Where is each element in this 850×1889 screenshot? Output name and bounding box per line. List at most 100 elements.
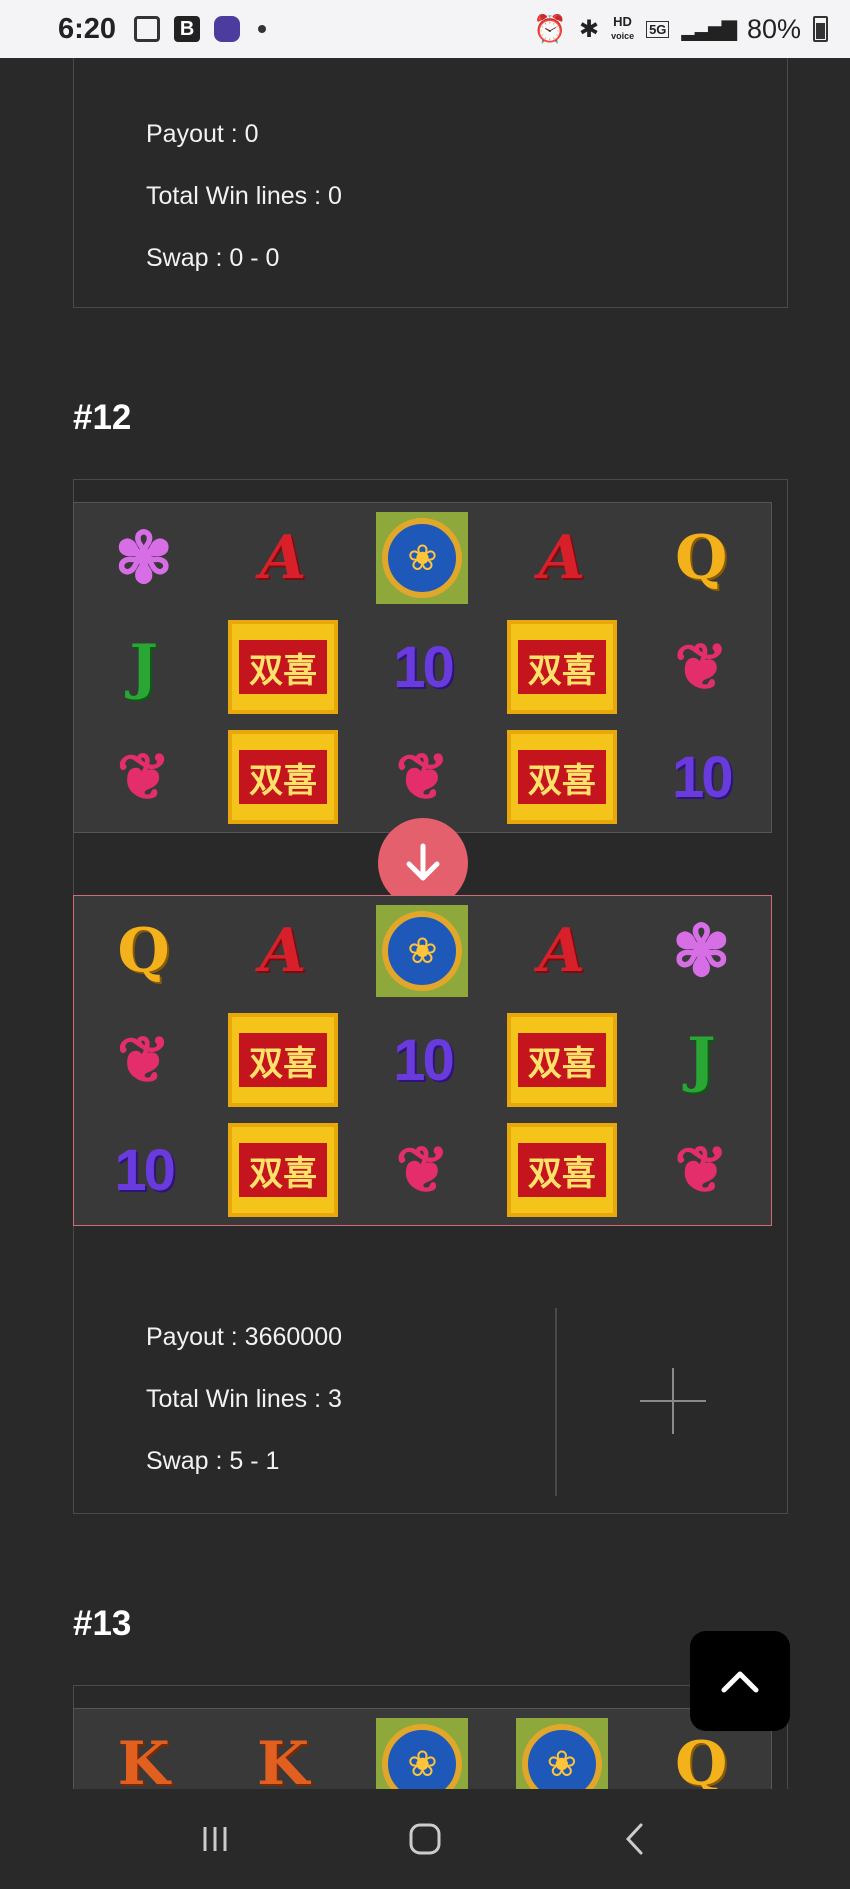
lotus-icon: ❀ bbox=[376, 1718, 469, 1789]
reel-cell: ❦ bbox=[632, 613, 771, 723]
round-stats: Payout : 0 Total Win lines : 0 Swap : 0 … bbox=[146, 103, 342, 289]
reel-cell: K bbox=[213, 1709, 352, 1789]
mandarin-ducks-icon: ❦ bbox=[116, 1022, 171, 1098]
payout-text: Payout : 3660000 bbox=[146, 1323, 342, 1351]
reel-cell: A bbox=[492, 896, 631, 1006]
letter-q-symbol: Q bbox=[117, 915, 170, 986]
round-stats: Payout : 3660000 Total Win lines : 3 Swa… bbox=[146, 1306, 342, 1492]
history-list[interactable]: Payout : 0 Total Win lines : 0 Swap : 0 … bbox=[0, 58, 850, 1789]
reel-cell: ❦ bbox=[353, 1115, 492, 1225]
double-happiness-wild-symbol: 双喜 bbox=[506, 730, 617, 825]
reel-cell: ❀ bbox=[353, 1709, 492, 1789]
reel-cell: ❀ bbox=[353, 896, 492, 1006]
lotus-icon: ❀ bbox=[376, 511, 469, 604]
reel-cell: J bbox=[632, 1006, 771, 1116]
swap-text: Swap : 5 - 1 bbox=[146, 1447, 280, 1475]
letter-a-symbol: A bbox=[538, 915, 586, 986]
reel-grid-before: ✾ A ❀ A Q J 双喜 10 双喜 ❦ ❦ 双喜 ❦ 双喜 10 bbox=[73, 502, 772, 833]
gallery-icon bbox=[134, 16, 161, 42]
recent-apps-icon bbox=[203, 1827, 227, 1851]
bluetooth-icon: ✱ bbox=[578, 15, 600, 43]
lotus-icon: ❀ bbox=[376, 904, 469, 997]
reel-cell: A bbox=[213, 503, 352, 613]
round-title: #13 bbox=[73, 1604, 132, 1643]
letter-a-symbol: A bbox=[259, 915, 307, 986]
reel-cell: 双喜 bbox=[213, 722, 352, 832]
battery-percent: 80% bbox=[746, 13, 801, 44]
ten-symbol: 10 bbox=[393, 1027, 455, 1093]
double-happiness-wild-symbol: 双喜 bbox=[228, 730, 339, 825]
payout-text: Payout : 0 bbox=[146, 120, 259, 148]
butterfly-icon: ✾ bbox=[671, 909, 731, 993]
notification-dot bbox=[258, 25, 267, 33]
home-icon bbox=[409, 1823, 441, 1855]
letter-k-symbol: K bbox=[257, 1729, 310, 1789]
reel-cell: Q bbox=[632, 503, 771, 613]
chevron-up-icon bbox=[721, 1671, 759, 1693]
reel-cell: 双喜 bbox=[213, 1006, 352, 1116]
reel-cell: ❀ bbox=[492, 1709, 631, 1789]
network-5g-icon: 5G bbox=[646, 20, 670, 38]
double-happiness-wild-symbol: 双喜 bbox=[506, 620, 617, 715]
double-happiness-wild-symbol: 双喜 bbox=[228, 1123, 339, 1218]
mandarin-ducks-icon: ❦ bbox=[395, 739, 450, 815]
reel-cell: ❀ bbox=[353, 503, 492, 613]
recent-apps-button[interactable] bbox=[195, 1819, 235, 1859]
reel-cell: ❦ bbox=[74, 1006, 213, 1116]
battery-icon bbox=[813, 16, 828, 42]
ten-symbol: 10 bbox=[114, 1137, 176, 1203]
letter-j-symbol: J bbox=[129, 632, 158, 703]
win-lines-text: Total Win lines : 3 bbox=[146, 1385, 342, 1413]
reel-cell: J bbox=[74, 613, 213, 723]
home-button[interactable] bbox=[405, 1819, 445, 1859]
swap-text: Swap : 0 - 0 bbox=[146, 244, 280, 272]
double-happiness-wild-symbol: 双喜 bbox=[228, 1013, 339, 1108]
reel-cell: K bbox=[74, 1709, 213, 1789]
mandarin-ducks-icon: ❦ bbox=[395, 1132, 450, 1208]
reel-cell: ❦ bbox=[74, 722, 213, 832]
reel-cell: 双喜 bbox=[492, 1115, 631, 1225]
reel-cell: 双喜 bbox=[213, 613, 352, 723]
mandarin-ducks-icon: ❦ bbox=[674, 1132, 729, 1208]
double-happiness-wild-symbol: 双喜 bbox=[228, 620, 339, 715]
reel-cell: Q bbox=[74, 896, 213, 1006]
reel-cell: 10 bbox=[353, 613, 492, 723]
letter-a-symbol: A bbox=[259, 522, 307, 593]
arrow-down-icon bbox=[406, 843, 440, 881]
reel-cell: 10 bbox=[632, 722, 771, 832]
letter-q-symbol: Q bbox=[675, 522, 728, 593]
reel-cell: 双喜 bbox=[492, 1006, 631, 1116]
divider bbox=[555, 1308, 557, 1496]
reel-cell: 双喜 bbox=[492, 722, 631, 832]
status-time: 6:20 bbox=[58, 12, 117, 45]
reel-cell: 双喜 bbox=[492, 613, 631, 723]
letter-k-symbol: K bbox=[117, 1729, 170, 1789]
reel-cell: ✾ bbox=[632, 896, 771, 1006]
scroll-top-button[interactable] bbox=[690, 1631, 790, 1731]
reel-cell: 10 bbox=[74, 1115, 213, 1225]
double-happiness-wild-symbol: 双喜 bbox=[506, 1013, 617, 1108]
reel-cell: 双喜 bbox=[213, 1115, 352, 1225]
system-nav-bar bbox=[0, 1789, 850, 1889]
hd-voice-icon: HD voice bbox=[611, 14, 635, 41]
back-icon bbox=[625, 1823, 643, 1855]
plus-icon[interactable] bbox=[640, 1368, 706, 1434]
letter-a-symbol: A bbox=[538, 522, 586, 593]
reel-cell: ✾ bbox=[74, 503, 213, 613]
ten-symbol: 10 bbox=[672, 744, 734, 810]
letter-j-symbol: J bbox=[687, 1025, 716, 1096]
app-icon bbox=[214, 16, 241, 42]
lotus-icon: ❀ bbox=[515, 1718, 608, 1789]
reel-cell: A bbox=[492, 503, 631, 613]
reel-cell: ❦ bbox=[632, 1115, 771, 1225]
reel-cell: ❦ bbox=[353, 722, 492, 832]
back-button[interactable] bbox=[615, 1819, 655, 1859]
mandarin-ducks-icon: ❦ bbox=[116, 739, 171, 815]
b-app-icon: B bbox=[174, 16, 201, 42]
ten-symbol: 10 bbox=[393, 634, 455, 700]
alarm-icon: ⏰ bbox=[533, 14, 567, 44]
round-title: #12 bbox=[73, 398, 132, 437]
reel-grid-after: Q A ❀ A ✾ ❦ 双喜 10 双喜 J 10 双喜 ❦ 双喜 ❦ bbox=[73, 895, 772, 1226]
signal-icon: ▂▃▅▇ bbox=[681, 18, 737, 41]
reel-cell: 10 bbox=[353, 1006, 492, 1116]
